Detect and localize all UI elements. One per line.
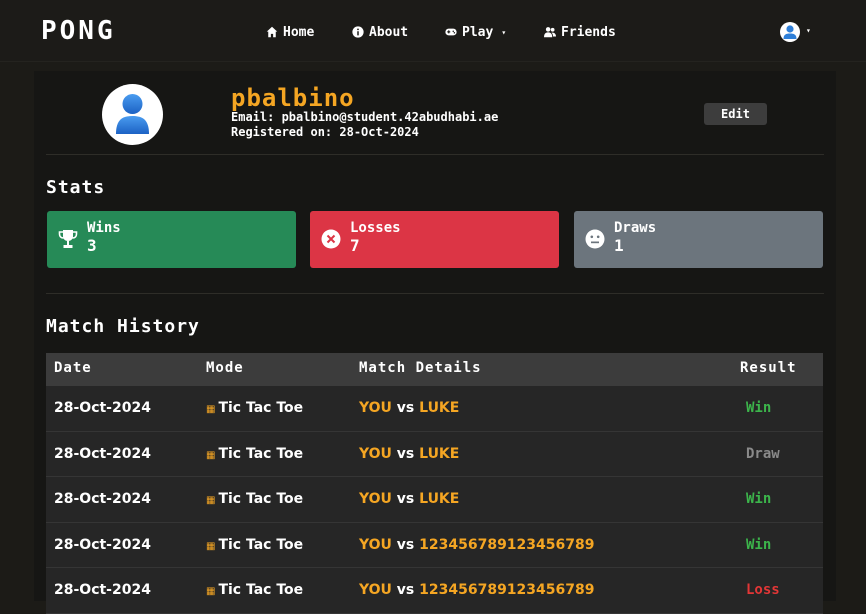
row-result: Win bbox=[746, 491, 772, 507]
player-you: YOU bbox=[359, 536, 392, 553]
opponent-name[interactable]: LUKE bbox=[419, 446, 459, 462]
nav-about[interactable]: About bbox=[352, 23, 408, 41]
grid-icon: ▦ bbox=[206, 449, 216, 461]
row-mode: ▦ Tic Tac Toe bbox=[206, 582, 303, 598]
draws-value: 1 bbox=[614, 236, 624, 255]
player-you: YOU bbox=[359, 582, 392, 598]
nav-about-label: About bbox=[369, 24, 409, 40]
losses-value: 7 bbox=[350, 236, 360, 255]
grid-icon: ▦ bbox=[206, 495, 216, 506]
profile-email: Email: pbalbino@student.42abudhabi.ae bbox=[231, 110, 499, 124]
opponent-name[interactable]: 123456789123456789 bbox=[419, 537, 594, 553]
row-mode-label: Tic Tac Toe bbox=[218, 536, 304, 553]
users-icon bbox=[544, 27, 556, 38]
table-row: 28-Oct-2024 ▦ Tic Tac Toe YOU vs 12345678… bbox=[46, 522, 823, 568]
profile-avatar bbox=[102, 84, 163, 145]
row-date: 28-Oct-2024 bbox=[54, 536, 151, 553]
table-header: Date Mode Match Details Result bbox=[46, 353, 823, 386]
player-you: YOU bbox=[359, 400, 392, 416]
row-details: YOU vs 123456789123456789 bbox=[359, 582, 594, 598]
vs-text: vs bbox=[396, 582, 415, 598]
row-date: 28-Oct-2024 bbox=[54, 582, 151, 598]
vs-text: vs bbox=[396, 400, 415, 416]
row-details: YOU vs LUKE bbox=[359, 446, 459, 462]
chevron-down-icon[interactable]: ▾ bbox=[806, 26, 811, 35]
column-header-result: Result bbox=[740, 360, 797, 376]
user-icon bbox=[783, 25, 797, 39]
row-mode-label: Tic Tac Toe bbox=[218, 400, 304, 416]
nav-friends-label: Friends bbox=[561, 24, 616, 40]
gamepad-icon bbox=[445, 28, 457, 36]
row-mode: ▦ Tic Tac Toe bbox=[206, 537, 303, 553]
match-history-table: Date Mode Match Details Result 28-Oct-20… bbox=[46, 353, 823, 614]
row-details: YOU vs 123456789123456789 bbox=[359, 537, 594, 553]
user-avatar-menu[interactable] bbox=[780, 22, 800, 42]
vs-text: vs bbox=[396, 491, 415, 507]
trophy-icon bbox=[58, 230, 78, 248]
row-result: Win bbox=[746, 536, 772, 553]
losses-label: Losses bbox=[350, 220, 401, 236]
match-history-title: Match History bbox=[46, 316, 200, 337]
table-row: 28-Oct-2024 ▦ Tic Tac Toe YOU vs 12345678… bbox=[46, 568, 823, 614]
grid-icon: ▦ bbox=[206, 404, 216, 415]
nav-friends[interactable]: Friends bbox=[544, 23, 616, 41]
divider bbox=[46, 154, 824, 155]
row-mode: ▦ Tic Tac Toe bbox=[206, 491, 303, 507]
row-details: YOU vs LUKE bbox=[359, 491, 459, 507]
row-date: 28-Oct-2024 bbox=[54, 445, 151, 462]
wins-label: Wins bbox=[87, 220, 121, 236]
grid-icon: ▦ bbox=[206, 540, 216, 552]
brand-logo[interactable]: PONG bbox=[41, 16, 116, 46]
draws-card: Draws 1 bbox=[574, 211, 823, 268]
column-header-mode: Mode bbox=[206, 360, 244, 376]
losses-card: Losses 7 bbox=[310, 211, 559, 268]
opponent-name[interactable]: 123456789123456789 bbox=[419, 582, 594, 598]
nav-home[interactable]: Home bbox=[266, 23, 314, 41]
row-mode-label: Tic Tac Toe bbox=[218, 582, 304, 598]
info-icon bbox=[352, 26, 364, 38]
grid-icon: ▦ bbox=[206, 586, 216, 597]
opponent-name[interactable]: LUKE bbox=[419, 400, 459, 416]
stats-title: Stats bbox=[46, 177, 106, 198]
navbar: PONG Home About Play ▾ Friends ▾ bbox=[0, 0, 866, 62]
row-result: Draw bbox=[746, 445, 780, 462]
row-mode-label: Tic Tac Toe bbox=[218, 491, 304, 507]
table-row: 28-Oct-2024 ▦ Tic Tac Toe YOU vs LUKE Dra… bbox=[46, 431, 823, 477]
user-icon bbox=[116, 94, 149, 134]
row-details: YOU vs LUKE bbox=[359, 400, 459, 416]
neutral-face-icon bbox=[585, 229, 605, 249]
player-you: YOU bbox=[359, 491, 392, 507]
row-date: 28-Oct-2024 bbox=[54, 400, 151, 416]
nav-play[interactable]: Play ▾ bbox=[445, 23, 506, 41]
profile-username: pbalbino bbox=[231, 84, 355, 112]
home-icon bbox=[266, 26, 278, 38]
row-date: 28-Oct-2024 bbox=[54, 491, 151, 507]
row-mode: ▦ Tic Tac Toe bbox=[206, 400, 303, 416]
profile-registered: Registered on: 28-Oct-2024 bbox=[231, 125, 419, 139]
row-result: Loss bbox=[746, 582, 780, 598]
opponent-name[interactable]: LUKE bbox=[419, 491, 459, 507]
column-header-date: Date bbox=[54, 360, 92, 376]
nav-home-label: Home bbox=[283, 24, 315, 40]
nav-play-label: Play bbox=[462, 24, 494, 40]
vs-text: vs bbox=[396, 536, 415, 553]
row-mode: ▦ Tic Tac Toe bbox=[206, 446, 303, 462]
x-circle-icon bbox=[321, 229, 341, 249]
chevron-down-icon: ▾ bbox=[501, 27, 507, 37]
draws-label: Draws bbox=[614, 220, 657, 236]
vs-text: vs bbox=[396, 445, 415, 462]
table-row: 28-Oct-2024 ▦ Tic Tac Toe YOU vs LUKE Win bbox=[46, 477, 823, 523]
divider bbox=[46, 293, 824, 294]
table-row: 28-Oct-2024 ▦ Tic Tac Toe YOU vs LUKE Win bbox=[46, 386, 823, 432]
row-result: Win bbox=[746, 400, 772, 416]
wins-card: Wins 3 bbox=[47, 211, 296, 268]
row-mode-label: Tic Tac Toe bbox=[218, 445, 304, 462]
column-header-details: Match Details bbox=[359, 360, 482, 376]
edit-profile-button[interactable]: Edit bbox=[704, 103, 767, 125]
wins-value: 3 bbox=[87, 236, 97, 255]
player-you: YOU bbox=[359, 445, 392, 462]
